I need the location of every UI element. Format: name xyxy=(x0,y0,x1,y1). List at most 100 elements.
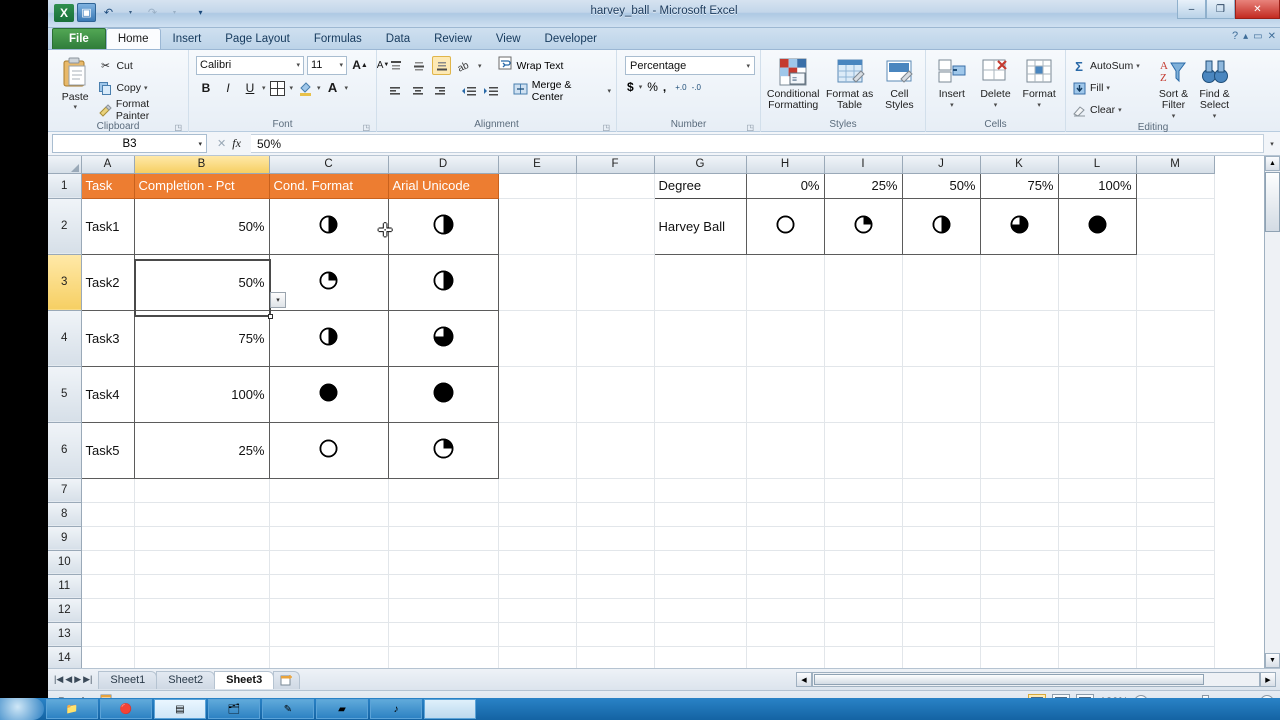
scroll-up-arrow[interactable]: ▲ xyxy=(1265,156,1280,171)
cell-g7[interactable] xyxy=(654,478,747,503)
align-right-icon[interactable] xyxy=(431,82,450,101)
cell-b6[interactable]: 25% xyxy=(133,421,270,479)
row-header-14[interactable]: 14 xyxy=(48,646,82,668)
cell-i10[interactable] xyxy=(824,550,903,575)
cell-e9[interactable] xyxy=(498,526,577,551)
insert-cells-dropdown-icon[interactable]: ▾ xyxy=(950,100,954,111)
cell-j4[interactable] xyxy=(902,310,981,367)
cell-h12[interactable] xyxy=(746,598,825,623)
cell-l7[interactable] xyxy=(1058,478,1137,503)
cell-i7[interactable] xyxy=(824,478,903,503)
hscroll-right-arrow[interactable]: ▶ xyxy=(1260,672,1276,687)
cell-a10[interactable] xyxy=(81,550,135,575)
fill-dropdown-icon[interactable]: ▾ xyxy=(1106,84,1110,92)
cell-g9[interactable] xyxy=(654,526,747,551)
cell-j11[interactable] xyxy=(902,574,981,599)
cell-f13[interactable] xyxy=(576,622,655,647)
cell-j8[interactable] xyxy=(902,502,981,527)
cell-d12[interactable] xyxy=(388,598,499,623)
minimize-ribbon-icon[interactable]: ▴ xyxy=(1243,31,1248,42)
find-select-dropdown-icon[interactable]: ▾ xyxy=(1213,111,1217,122)
cell-h3[interactable] xyxy=(746,254,825,311)
cell-k3[interactable] xyxy=(980,254,1059,311)
cell-m3[interactable] xyxy=(1136,254,1215,311)
col-header-a[interactable]: A xyxy=(81,156,135,174)
col-header-d[interactable]: D xyxy=(388,156,499,174)
cell-f11[interactable] xyxy=(576,574,655,599)
restore-button[interactable]: ❐ xyxy=(1206,0,1235,19)
col-header-l[interactable]: L xyxy=(1058,156,1137,174)
cell-k5[interactable] xyxy=(980,366,1059,423)
cell-g11[interactable] xyxy=(654,574,747,599)
cell-c11[interactable] xyxy=(269,574,389,599)
cell-m11[interactable] xyxy=(1136,574,1215,599)
cell-k11[interactable] xyxy=(980,574,1059,599)
cell-j3[interactable] xyxy=(902,254,981,311)
row-header-2[interactable]: 2 xyxy=(48,198,82,255)
decrease-decimal-button[interactable]: -.0 xyxy=(692,83,701,92)
cell-a11[interactable] xyxy=(81,574,135,599)
cell-j10[interactable] xyxy=(902,550,981,575)
wrap-text-label[interactable]: Wrap Text xyxy=(517,60,564,72)
cell-k7[interactable] xyxy=(980,478,1059,503)
cell-j9[interactable] xyxy=(902,526,981,551)
cell-i1[interactable]: 25% xyxy=(823,172,903,199)
cell-l12[interactable] xyxy=(1058,598,1137,623)
decrease-indent-icon[interactable] xyxy=(460,82,479,101)
last-sheet-icon[interactable]: ▶| xyxy=(83,674,92,685)
col-header-j[interactable]: J xyxy=(902,156,981,174)
cell-d6[interactable] xyxy=(387,421,499,479)
taskbar-item[interactable]: ♪ xyxy=(370,699,422,719)
window-min-small-icon[interactable]: ▭ xyxy=(1253,31,1262,42)
cell-f7[interactable] xyxy=(576,478,655,503)
cell-b5[interactable]: 100% xyxy=(133,365,270,423)
delete-cells-dropdown-icon[interactable]: ▾ xyxy=(994,100,998,111)
cell-h11[interactable] xyxy=(746,574,825,599)
find-select-button[interactable]: Find & Select ▾ xyxy=(1194,55,1235,122)
cell-i6[interactable] xyxy=(824,422,903,479)
comma-style-button[interactable]: , xyxy=(663,80,666,94)
cell-l2[interactable] xyxy=(1057,197,1137,255)
fill-color-button[interactable] xyxy=(295,78,315,98)
cell-g5[interactable] xyxy=(654,366,747,423)
cell-c13[interactable] xyxy=(269,622,389,647)
cell-m14[interactable] xyxy=(1136,646,1215,668)
cell-k13[interactable] xyxy=(980,622,1059,647)
cell-d10[interactable] xyxy=(388,550,499,575)
insert-sheet-button[interactable] xyxy=(273,670,301,689)
font-size-input[interactable]: 11 ▾ xyxy=(307,55,347,75)
clear-button[interactable]: Clear ▾ xyxy=(1071,99,1153,121)
cell-k2[interactable] xyxy=(979,197,1059,255)
spreadsheet-grid[interactable]: A B C D E F G H I J K L M 1 Task Complet… xyxy=(48,156,1280,668)
cell-a14[interactable] xyxy=(81,646,135,668)
cell-e14[interactable] xyxy=(498,646,577,668)
cell-f12[interactable] xyxy=(576,598,655,623)
row-header-8[interactable]: 8 xyxy=(48,502,82,527)
row-header-5[interactable]: 5 xyxy=(48,366,82,423)
merge-center-label[interactable]: Merge & Center xyxy=(532,79,604,103)
row-header-9[interactable]: 9 xyxy=(48,526,82,551)
start-button[interactable] xyxy=(0,698,44,720)
sheet-tab-sheet3[interactable]: Sheet3 xyxy=(214,670,275,689)
cell-b8[interactable] xyxy=(134,502,270,527)
cancel-formula-icon[interactable]: ✕ xyxy=(217,137,226,150)
cell-a12[interactable] xyxy=(81,598,135,623)
cell-i13[interactable] xyxy=(824,622,903,647)
cell-f1[interactable] xyxy=(576,173,655,199)
align-top-icon[interactable] xyxy=(386,56,405,75)
cell-i9[interactable] xyxy=(824,526,903,551)
tab-developer[interactable]: Developer xyxy=(533,28,609,49)
cell-h1[interactable]: 0% xyxy=(745,172,825,199)
clear-dropdown-icon[interactable]: ▾ xyxy=(1118,106,1122,114)
insert-cells-button[interactable]: Insert ▾ xyxy=(931,55,973,111)
cell-c9[interactable] xyxy=(269,526,389,551)
fill-button[interactable]: Fill ▾ xyxy=(1071,77,1153,99)
help-icon[interactable]: ? xyxy=(1232,30,1238,42)
cell-d14[interactable] xyxy=(388,646,499,668)
vertical-scroll-thumb[interactable] xyxy=(1265,172,1280,232)
cell-a1[interactable]: Task xyxy=(80,172,135,199)
cell-i4[interactable] xyxy=(824,310,903,367)
col-header-h[interactable]: H xyxy=(746,156,825,174)
cell-f14[interactable] xyxy=(576,646,655,668)
cell-d9[interactable] xyxy=(388,526,499,551)
